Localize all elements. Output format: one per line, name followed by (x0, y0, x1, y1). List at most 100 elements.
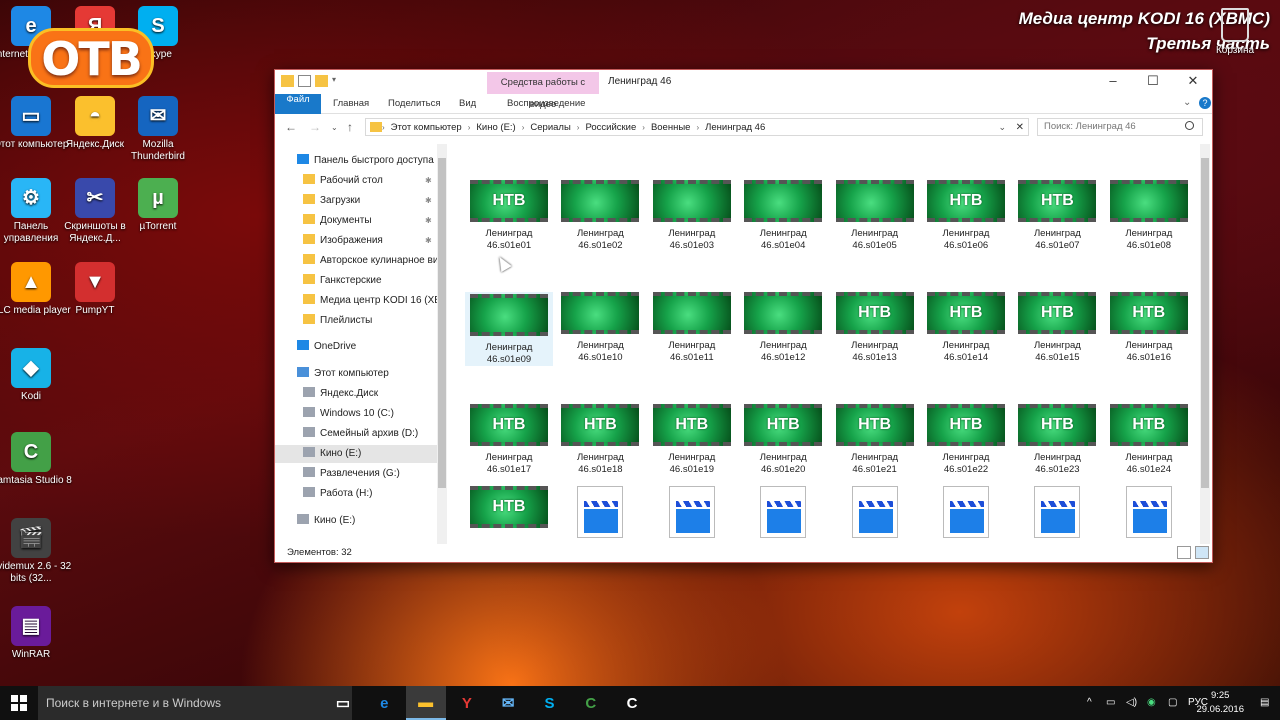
desktop-icon[interactable]: C Camtasia Studio 8 (0, 432, 73, 487)
breadcrumb-item[interactable]: Этот компьютер (385, 122, 468, 133)
network-icon[interactable]: ▭ (1106, 686, 1115, 720)
file-item[interactable]: Ленинград46.s01e14 (922, 292, 1010, 364)
file-item[interactable] (831, 486, 919, 538)
nav-item[interactable]: Семейный архив (D:) (275, 425, 437, 443)
nav-item[interactable]: Этот компьютер (275, 365, 437, 383)
maximize-button[interactable]: ☐ (1133, 70, 1173, 94)
folder-icon[interactable] (281, 75, 294, 87)
clear-address-icon[interactable]: ✕ (1016, 122, 1024, 133)
file-item[interactable]: Ленинград 46.s01e11 (648, 292, 736, 364)
file-item[interactable] (739, 486, 827, 538)
file-item[interactable]: Ленинград 46.s01e05 (831, 180, 919, 252)
desktop-icon[interactable]: ▤ WinRAR (0, 606, 73, 661)
file-item[interactable]: Ленинград46.s01e17 (465, 404, 553, 476)
desktop-icon[interactable]: ◆ Kodi (0, 348, 73, 403)
forward-button[interactable]: → (309, 120, 321, 134)
search-input[interactable]: Поиск: Ленинград 46 (1037, 118, 1203, 136)
yandex-browser-taskbar-button[interactable]: Y (447, 686, 487, 720)
breadcrumb-item[interactable]: Российские (579, 122, 642, 133)
tab-view[interactable]: Вид (459, 94, 476, 114)
file-item[interactable] (1013, 486, 1101, 538)
start-button[interactable] (0, 686, 38, 720)
file-item[interactable]: Ленинград46.s01e19 (648, 404, 736, 476)
tab-home[interactable]: Главная (333, 94, 369, 114)
file-item[interactable]: Ленинград 46.s01e08 (1105, 180, 1193, 252)
breadcrumb-item[interactable]: Ленинград 46 (699, 122, 771, 133)
file-item[interactable]: Ленинград46.s01e21 (831, 404, 919, 476)
nav-item[interactable]: Загрузки ✱ (275, 192, 437, 210)
volume-icon[interactable]: ◁) (1126, 686, 1137, 720)
nav-item[interactable]: Ганкстерские (275, 272, 437, 290)
file-list[interactable]: Ленинград46.s01e01Ленинград46.s01e02Лени… (447, 144, 1203, 544)
content-scrollbar-thumb[interactable] (1201, 158, 1209, 488)
file-item[interactable]: Ленинград46.s01e22 (922, 404, 1010, 476)
nav-item[interactable]: OneDrive (275, 338, 437, 356)
nav-scrollbar[interactable] (437, 144, 447, 544)
title-bar[interactable]: ▾ Средства работы с видео Ленинград 46 –… (275, 70, 1213, 110)
properties-icon[interactable] (298, 75, 311, 87)
close-button[interactable]: ✕ (1173, 70, 1213, 94)
nav-item[interactable]: Кино (E:) (275, 445, 437, 463)
context-tab-video-tools[interactable]: Средства работы с видео (487, 72, 599, 110)
skype-taskbar-button[interactable]: S (530, 686, 570, 720)
file-item[interactable]: Ленинград46.s01e07 (1013, 180, 1101, 252)
file-item[interactable] (465, 486, 553, 534)
breadcrumb-item[interactable]: Сериалы (524, 122, 576, 133)
content-scrollbar[interactable] (1200, 144, 1210, 544)
nav-item[interactable]: Работа (H:) (275, 485, 437, 503)
file-item[interactable]: Ленинград 46.s01e09 (465, 292, 553, 366)
file-item[interactable] (648, 486, 736, 538)
recent-locations-icon[interactable]: ⌄ (331, 123, 338, 132)
nav-item[interactable]: Windows 10 (C:) (275, 405, 437, 423)
breadcrumb-item[interactable]: Кино (E:) (470, 122, 521, 133)
tab-file[interactable]: Файл (275, 94, 321, 114)
new-folder-icon[interactable] (315, 75, 328, 87)
file-item[interactable]: Ленинград46.s01e01 (465, 180, 553, 252)
task-view-taskbar-button[interactable]: ▭ (323, 686, 363, 720)
chevron-down-icon[interactable]: ▾ (332, 75, 340, 87)
minimize-button[interactable]: – (1093, 70, 1133, 94)
desktop-icon[interactable]: ✉ Mozilla Thunderbird (116, 96, 200, 163)
nav-item[interactable]: Кино (E:) (275, 512, 437, 530)
thunderbird-taskbar-button[interactable]: ✉ (488, 686, 528, 720)
nav-item[interactable]: Плейлисты (275, 312, 437, 330)
file-item[interactable]: Ленинград 46.s01e04 (739, 180, 827, 252)
nav-item[interactable]: Панель быстрого доступа (275, 152, 437, 170)
nav-item[interactable]: Изображения ✱ (275, 232, 437, 250)
nav-item[interactable]: Авторское кулинарное ви (275, 252, 437, 270)
notification-bubble-icon[interactable]: ▢ (1168, 686, 1177, 720)
explorer-window[interactable]: ▾ Средства работы с видео Ленинград 46 –… (274, 69, 1213, 563)
file-item[interactable] (922, 486, 1010, 538)
tray-overflow-icon[interactable]: ^ (1087, 686, 1092, 720)
file-item[interactable]: Ленинград46.s01e23 (1013, 404, 1101, 476)
tab-playback[interactable]: Воспроизведение (507, 94, 585, 114)
action-center-icon[interactable]: ▤ (1260, 686, 1269, 720)
file-item[interactable]: Ленинград 46.s01e02 (556, 180, 644, 252)
nav-item[interactable]: Развлечения (G:) (275, 465, 437, 483)
file-item[interactable]: Ленинград46.s01e24 (1105, 404, 1193, 476)
file-item[interactable] (1105, 486, 1193, 538)
breadcrumb-item[interactable]: Военные (645, 122, 697, 133)
desktop-icon[interactable]: ▼ PumpYT (53, 262, 137, 317)
camtasia-recorder-taskbar-button[interactable]: C (612, 686, 652, 720)
ribbon-expand-icon[interactable]: ⌄ (1183, 97, 1191, 108)
file-item[interactable]: Ленинград 46.s01e03 (648, 180, 736, 252)
large-icons-view-icon[interactable] (1195, 546, 1209, 559)
up-button[interactable]: ↑ (347, 120, 353, 134)
nav-scrollbar-thumb[interactable] (438, 158, 446, 488)
desktop-icon[interactable]: µ µTorrent (116, 178, 200, 233)
taskbar-search[interactable]: Поиск в интернете и в Windows (38, 686, 352, 720)
camtasia-taskbar-button[interactable]: C (571, 686, 611, 720)
file-item[interactable]: Ленинград 46.s01e10 (556, 292, 644, 364)
file-item[interactable]: Ленинград46.s01e15 (1013, 292, 1101, 364)
file-item[interactable]: Ленинград 46.s01e12 (739, 292, 827, 364)
desktop-icon[interactable]: 🎬 Avidemux 2.6 - 32 bits (32... (0, 518, 73, 585)
file-item[interactable]: Ленинград46.s01e18 (556, 404, 644, 476)
file-item[interactable] (556, 486, 644, 538)
nav-item[interactable]: Яндекс.Диск (275, 385, 437, 403)
nav-item[interactable]: Медиа центр KODI 16 (XB (275, 292, 437, 310)
details-view-icon[interactable] (1177, 546, 1191, 559)
help-icon[interactable]: ? (1199, 97, 1211, 109)
file-item[interactable]: Ленинград46.s01e20 (739, 404, 827, 476)
address-bar[interactable]: › Этот компьютер › Кино (E:) › Сериалы ›… (365, 118, 1029, 136)
